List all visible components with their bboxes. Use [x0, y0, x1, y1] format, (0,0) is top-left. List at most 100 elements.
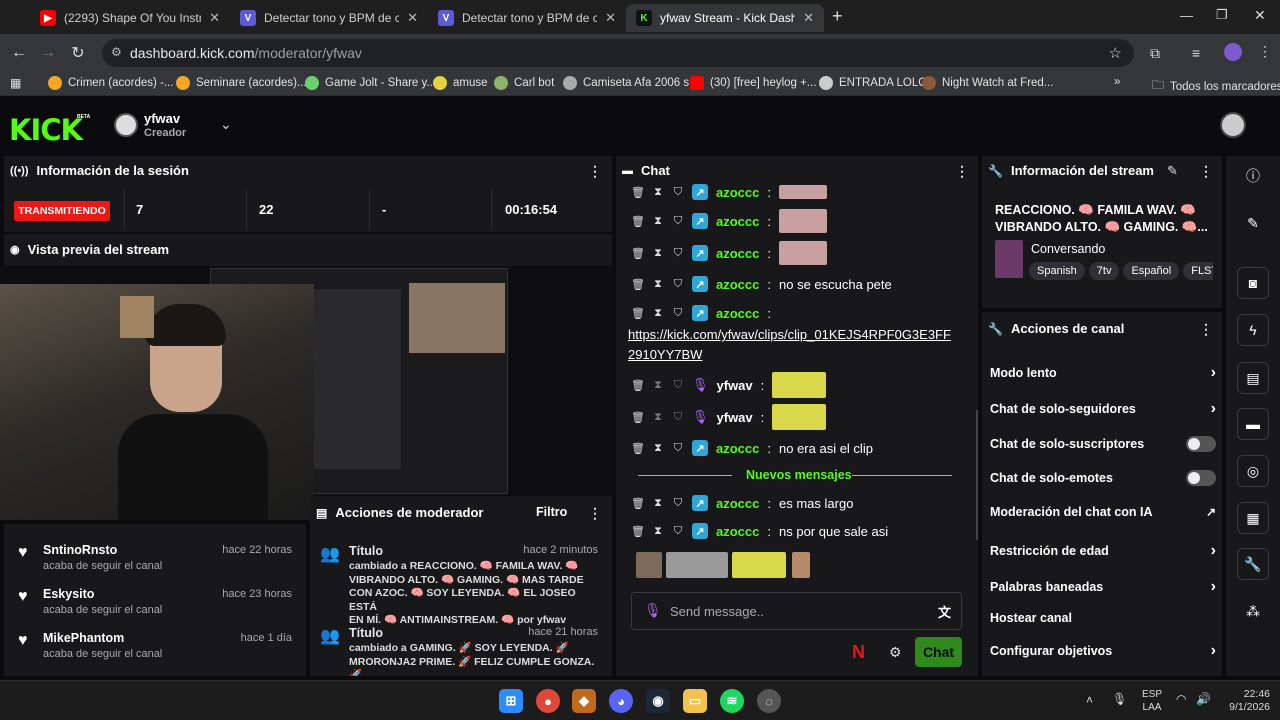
delete-icon[interactable]: 🗑 — [631, 379, 645, 392]
windows-start-icon[interactable]: ⊞ — [499, 689, 523, 713]
timeout-icon[interactable]: ⧗ — [652, 278, 664, 290]
delete-icon[interactable]: 🗑 — [631, 186, 645, 199]
volume-icon[interactable]: 🔊 — [1196, 692, 1211, 706]
close-window-icon[interactable]: ✕ — [1254, 7, 1266, 24]
bookmark-item[interactable]: Carl bot — [494, 76, 554, 90]
browser-tab[interactable]: ▶ (2293) Shape Of You Instrumen ✕ — [30, 4, 230, 32]
site-info-icon[interactable]: ⚙ — [111, 45, 122, 59]
gear-icon[interactable]: ⚙ — [889, 644, 902, 661]
ban-icon[interactable]: ⛉ — [672, 307, 684, 319]
ban-icon[interactable]: ⛉ — [672, 278, 684, 290]
more-bookmarks-icon[interactable]: » — [1114, 76, 1120, 88]
bookmark-item[interactable]: amuse — [433, 76, 488, 90]
delete-icon[interactable]: 🗑 — [631, 411, 645, 424]
edit-icon[interactable]: ✎ — [1167, 163, 1178, 179]
bookmark-item[interactable]: Camiseta Afa 2006 s... — [563, 76, 699, 90]
emote-suggestion[interactable] — [732, 552, 786, 578]
chat-username[interactable]: azoccc — [716, 524, 759, 539]
chevron-down-icon[interactable]: ⌄ — [220, 116, 232, 133]
media-icon[interactable]: ≡ — [1192, 45, 1200, 61]
delete-icon[interactable]: 🗑 — [631, 278, 645, 291]
app-icon[interactable]: ◆ — [572, 689, 596, 713]
more-options-icon[interactable]: ⋮ — [588, 505, 602, 522]
timeout-icon[interactable]: ⧗ — [652, 307, 664, 319]
filter-button[interactable]: Filtro — [536, 505, 567, 519]
minimize-icon[interactable]: — — [1180, 8, 1193, 23]
action-banned-words[interactable]: Palabras baneadas › — [990, 578, 1216, 596]
send-chat-button[interactable]: Chat — [915, 637, 962, 667]
nightbot-icon[interactable]: N — [852, 642, 865, 663]
chat-username[interactable]: azoccc — [716, 496, 759, 511]
chat-clip-link[interactable]: https://kick.com/yfwav/clips/clip_01KEJS… — [628, 325, 951, 365]
stream-preview-video[interactable] — [0, 266, 612, 520]
subscribers-only-toggle[interactable] — [1186, 436, 1216, 452]
chrome-icon[interactable]: ● — [536, 689, 560, 713]
channel-avatar[interactable] — [114, 113, 138, 137]
browser-tab-active[interactable]: K yfwav Stream - Kick Dashboard ✕ — [626, 4, 824, 32]
browser-tab[interactable]: V Detectar tono y BPM de canción ✕ — [428, 4, 626, 32]
clock[interactable]: 22:46 9/1/2026 — [1222, 688, 1270, 714]
category-name[interactable]: Conversando — [1031, 242, 1105, 256]
ban-icon[interactable]: ⛉ — [672, 411, 684, 423]
ban-icon[interactable]: ⛉ — [672, 186, 684, 198]
chat-username[interactable]: yfwav — [717, 378, 753, 393]
wrench-icon[interactable]: 🔧 — [1237, 548, 1269, 580]
action-followers-only[interactable]: Chat de solo-seguidores › — [990, 400, 1216, 418]
bookmark-item[interactable]: Crimen (acordes) -... — [48, 76, 173, 90]
chat-username[interactable]: azoccc — [716, 306, 759, 321]
ban-icon[interactable]: ⛉ — [672, 497, 684, 509]
translate-icon[interactable]: 文 — [938, 602, 951, 621]
timeout-icon[interactable]: ⧗ — [652, 379, 664, 391]
browser-menu-icon[interactable]: ⋮ — [1258, 43, 1272, 60]
action-age-restriction[interactable]: Restricción de edad › — [990, 542, 1216, 560]
timeout-icon[interactable]: ⧗ — [652, 186, 664, 198]
delete-icon[interactable]: 🗑 — [631, 247, 645, 260]
broadcast-icon[interactable]: ◎ — [1237, 455, 1269, 487]
more-options-icon[interactable]: ⋮ — [1199, 321, 1213, 338]
new-messages-divider[interactable]: Nuevos mensajes — [746, 468, 852, 482]
emote-suggestion[interactable] — [636, 552, 662, 578]
timeout-icon[interactable]: ⧗ — [652, 247, 664, 259]
timeout-icon[interactable]: ⧗ — [652, 525, 664, 537]
bookmark-item[interactable]: Game Jolt - Share y... — [305, 76, 436, 90]
delete-icon[interactable]: 🗑 — [631, 215, 645, 228]
delete-icon[interactable]: 🗑 — [631, 307, 645, 320]
tag-chip[interactable]: 7tv — [1088, 262, 1120, 280]
chat-scrollbar[interactable] — [976, 410, 978, 540]
file-explorer-icon[interactable]: ▭ — [683, 689, 707, 713]
browser-tab[interactable]: V Detectar tono y BPM de canción ✕ — [230, 4, 428, 32]
chat-icon[interactable]: ▬ — [1237, 408, 1269, 440]
action-ai-moderation[interactable]: Moderación del chat con IA ↗ — [990, 505, 1216, 519]
chevron-up-icon[interactable]: ˄ — [1086, 693, 1093, 707]
timeout-icon[interactable]: ⧗ — [652, 497, 664, 509]
discord-icon[interactable]: ◕ — [609, 689, 633, 713]
chat-username[interactable]: azoccc — [716, 277, 759, 292]
chat-username[interactable]: yfwav — [717, 410, 753, 425]
reload-icon[interactable]: ↻ — [63, 38, 93, 68]
close-tab-icon[interactable]: ✕ — [209, 10, 220, 26]
delete-icon[interactable]: 🗑 — [631, 497, 645, 510]
timeout-icon[interactable]: ⧗ — [652, 442, 664, 454]
layout-icon[interactable]: ▦ — [1237, 502, 1269, 534]
apps-icon[interactable]: ⁂ — [1237, 595, 1269, 627]
all-bookmarks-folder[interactable]: 🗀 Todos los marcadores — [1152, 76, 1280, 97]
chat-username[interactable]: azoccc — [716, 185, 759, 200]
chat-username[interactable]: azoccc — [716, 441, 759, 456]
apps-icon[interactable]: ▦ — [10, 76, 21, 90]
spotify-icon[interactable]: ≋ — [720, 689, 744, 713]
bookmark-item[interactable]: ENTRADA LOLO — [819, 76, 927, 90]
emote-suggestion[interactable] — [792, 552, 810, 578]
ban-icon[interactable]: ⛉ — [672, 442, 684, 454]
delete-icon[interactable]: 🗑 — [631, 442, 645, 455]
mic-icon[interactable]: 🎙 — [1112, 692, 1127, 706]
chat-username[interactable]: azoccc — [716, 246, 759, 261]
wifi-icon[interactable]: ◠ — [1176, 692, 1186, 706]
follower-name[interactable]: Eskysito — [43, 587, 162, 601]
more-options-icon[interactable]: ⋮ — [588, 163, 602, 180]
chat-username[interactable]: azoccc — [716, 214, 759, 229]
ban-icon[interactable]: ⛉ — [672, 379, 684, 391]
notes-icon[interactable]: ▤ — [1237, 362, 1269, 394]
ban-icon[interactable]: ⛉ — [672, 247, 684, 259]
back-icon[interactable]: ← — [4, 38, 34, 68]
emote-suggestion[interactable] — [666, 552, 728, 578]
